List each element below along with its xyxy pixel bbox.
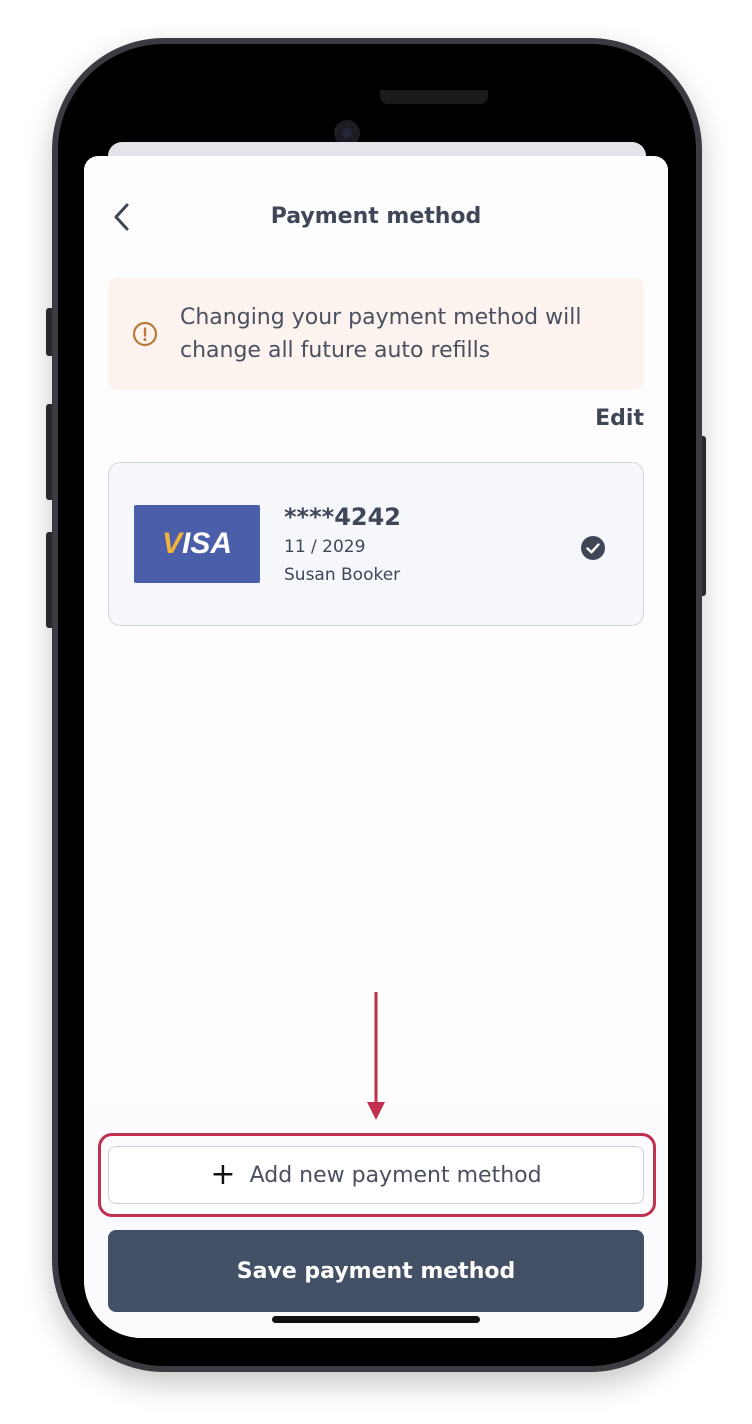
payment-card-item[interactable]: VISA ****4242 11 / 2029 Susan Booker bbox=[108, 462, 644, 626]
annotation-arrow bbox=[367, 992, 385, 1120]
home-indicator bbox=[272, 1316, 480, 1323]
save-payment-method-label: Save payment method bbox=[236, 1258, 516, 1284]
card-number: ****4242 bbox=[284, 503, 401, 531]
exclamation-circle-icon bbox=[132, 321, 158, 347]
check-circle-icon bbox=[581, 536, 605, 560]
visa-card-logo: VISA bbox=[134, 505, 260, 583]
info-alert: Changing your payment method will change… bbox=[108, 278, 644, 390]
edit-button[interactable]: Edit bbox=[595, 406, 644, 431]
save-payment-method-button[interactable]: Save payment method bbox=[108, 1230, 644, 1312]
page-title: Payment method bbox=[270, 204, 482, 229]
card-holder-name: Susan Booker bbox=[284, 565, 401, 585]
alert-message: Changing your payment method will change… bbox=[180, 305, 582, 363]
card-brand: VISA bbox=[161, 527, 233, 560]
annotation-highlight-box bbox=[98, 1133, 656, 1217]
card-expiry: 11 / 2029 bbox=[284, 537, 366, 557]
speaker-grille bbox=[380, 90, 488, 104]
